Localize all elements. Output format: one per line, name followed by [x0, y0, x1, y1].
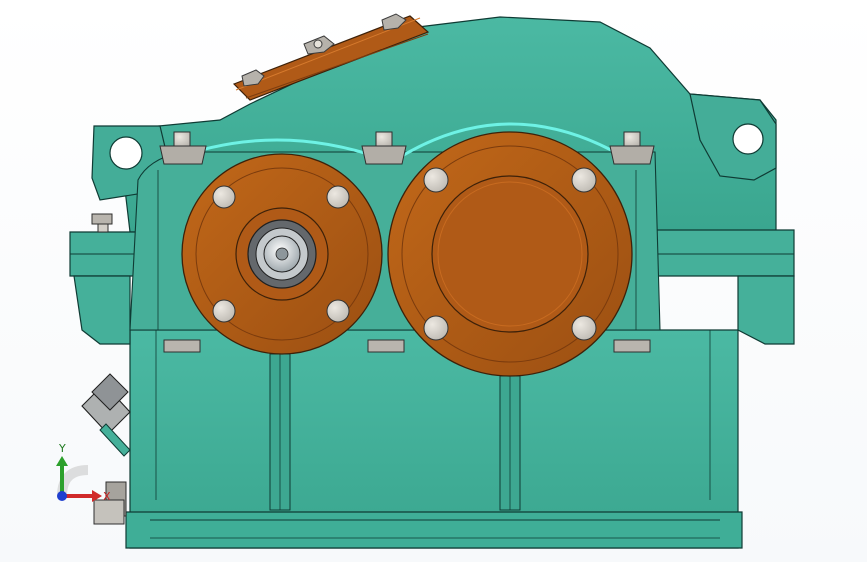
bottom-nut-center: [367, 339, 405, 353]
input-bearing-cover: [181, 153, 383, 355]
output-bearing-cover: [387, 131, 633, 377]
right-split-flange: [635, 229, 795, 277]
input-cover-bolt-1: [212, 185, 236, 209]
y-axis-label: Y: [58, 442, 66, 455]
output-cover-bolt-3: [423, 315, 449, 341]
bottom-nut-right: [613, 339, 651, 353]
base-bottom-flange: [125, 511, 743, 549]
z-axis-dot: [57, 491, 67, 501]
output-cover-bolt-4: [571, 315, 597, 341]
input-cover-bolt-2: [326, 185, 350, 209]
input-cover-bolt-3: [212, 299, 236, 323]
left-lug-hole: [109, 136, 143, 170]
output-cover-bolt-2: [571, 167, 597, 193]
left-bottom-foot: [73, 275, 131, 345]
input-cover-bolt-4: [326, 299, 350, 323]
right-bottom-foot: [737, 275, 795, 345]
right-lug-hole: [732, 123, 764, 155]
axis-triad: Y X: [56, 442, 111, 503]
bottom-nut-left: [163, 339, 201, 353]
output-cover-bolt-1: [423, 167, 449, 193]
left-flange-bolt: [91, 213, 113, 233]
cad-viewport[interactable]: Y X: [0, 0, 867, 562]
x-axis-label: X: [103, 490, 111, 503]
gearbox-model-view[interactable]: Y X: [0, 0, 867, 562]
y-axis-arrow: [56, 456, 68, 466]
